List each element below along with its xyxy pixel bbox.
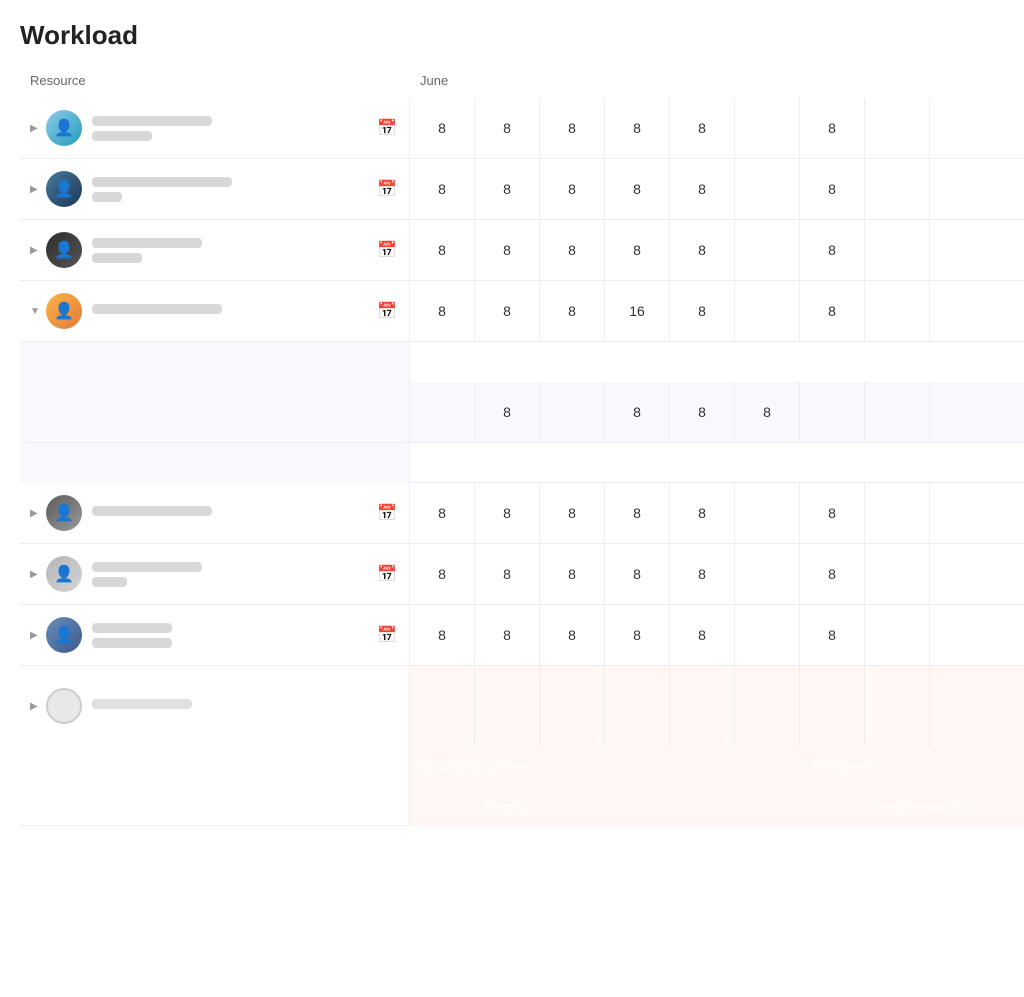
cell-1-4: 8 xyxy=(605,98,670,158)
task-bar-extra[interactable] xyxy=(865,348,930,376)
avatar-2: 👤 xyxy=(46,171,82,207)
name-block-6 xyxy=(92,562,375,587)
calendar-icon-4[interactable]: 📅 xyxy=(375,299,399,323)
cell-1-5: 8 xyxy=(670,98,735,158)
resource-row-7: 👤 📅 8 8 8 8 8 8 xyxy=(20,605,1024,666)
avatar-5: 👤 xyxy=(46,495,82,531)
unassigned-row xyxy=(20,666,1024,746)
chevron-5[interactable] xyxy=(30,508,46,519)
name-block-5 xyxy=(92,506,375,521)
cell-1-3: 8 xyxy=(540,98,605,158)
calendar-icon-7[interactable]: 📅 xyxy=(375,623,399,647)
calendar-icon-5[interactable]: 📅 xyxy=(375,501,399,525)
resource-row-6: 👤 📅 8 8 8 8 8 8 xyxy=(20,544,1024,605)
avatar-3: 👤 xyxy=(46,232,82,268)
avatar-1: 👤 xyxy=(46,110,82,146)
task-bar-promotions[interactable]: Promotions xyxy=(800,752,930,780)
name-block-1 xyxy=(92,116,375,141)
task-bar-promotions-extra[interactable] xyxy=(930,752,995,780)
chevron-3[interactable] xyxy=(30,245,46,256)
resource-column-header: Resource xyxy=(20,67,410,94)
avatar-4: 👤 xyxy=(46,293,82,329)
name-block-2 xyxy=(92,177,375,202)
name-block-unassigned xyxy=(92,699,399,714)
task-bar-video-production[interactable]: Video production xyxy=(475,449,800,477)
task-bar-row-4: Human resources - cost Company defined xyxy=(20,342,1024,382)
calendar-icon-3[interactable]: 📅 xyxy=(375,238,399,262)
chevron-6[interactable] xyxy=(30,569,46,580)
task-bar-company-defined[interactable]: Company defined xyxy=(605,348,865,376)
name-block-4 xyxy=(92,304,375,319)
subtask-row-4: 8 8 8 8 xyxy=(20,382,1024,443)
chevron-unassigned[interactable] xyxy=(30,701,46,712)
calendar-icon-6[interactable]: 📅 xyxy=(375,562,399,586)
calendar-icon-2[interactable]: 📅 xyxy=(375,177,399,201)
calendar-icon-1[interactable]: 📅 xyxy=(375,116,399,140)
resource-row-1: 👤 📅 8 8 8 8 8 8 xyxy=(20,98,1024,159)
task-bar-human-resources[interactable]: Human resources - cost xyxy=(410,348,605,376)
chevron-4[interactable] xyxy=(30,306,46,317)
chevron-7[interactable] xyxy=(30,630,46,641)
bottom-bar-row-1: Competition defined Promotions xyxy=(20,746,1024,786)
task-bar-social-media[interactable]: Social media influ xyxy=(865,792,1024,820)
name-block-7 xyxy=(92,623,375,648)
avatar-unassigned xyxy=(46,688,82,724)
chevron-2[interactable] xyxy=(30,184,46,195)
chevron-1[interactable] xyxy=(30,123,46,134)
cell-1-1: 8 xyxy=(410,98,475,158)
bottom-bar-row-2: Benefits Social media influ xyxy=(20,786,1024,826)
cell-1-7: 8 xyxy=(800,98,865,158)
page-title: Workload xyxy=(20,20,1024,51)
resource-row-4: 👤 📅 8 8 8 16 8 8 xyxy=(20,281,1024,342)
june-column-header: June xyxy=(410,67,1024,94)
avatar-6: 👤 xyxy=(46,556,82,592)
cell-1-2: 8 xyxy=(475,98,540,158)
task-bar-benefits[interactable]: Benefits xyxy=(475,792,735,820)
selected-cell[interactable]: 8 xyxy=(605,382,670,442)
video-bar-row: Video production Competition stre xyxy=(20,443,1024,483)
avatar-7: 👤 xyxy=(46,617,82,653)
resource-row-3: 👤 📅 8 8 8 8 8 8 xyxy=(20,220,1024,281)
task-bar-competition-stre[interactable]: Competition stre xyxy=(800,449,1000,477)
task-bar-competition-defined[interactable]: Competition defined xyxy=(410,752,670,780)
resource-row-2: 👤 📅 8 8 8 8 8 8 xyxy=(20,159,1024,220)
name-block-3 xyxy=(92,238,375,263)
resource-row-5: 👤 📅 8 8 8 8 8 8 xyxy=(20,483,1024,544)
cell-1-6 xyxy=(735,98,800,158)
cell-1-8 xyxy=(865,98,930,158)
